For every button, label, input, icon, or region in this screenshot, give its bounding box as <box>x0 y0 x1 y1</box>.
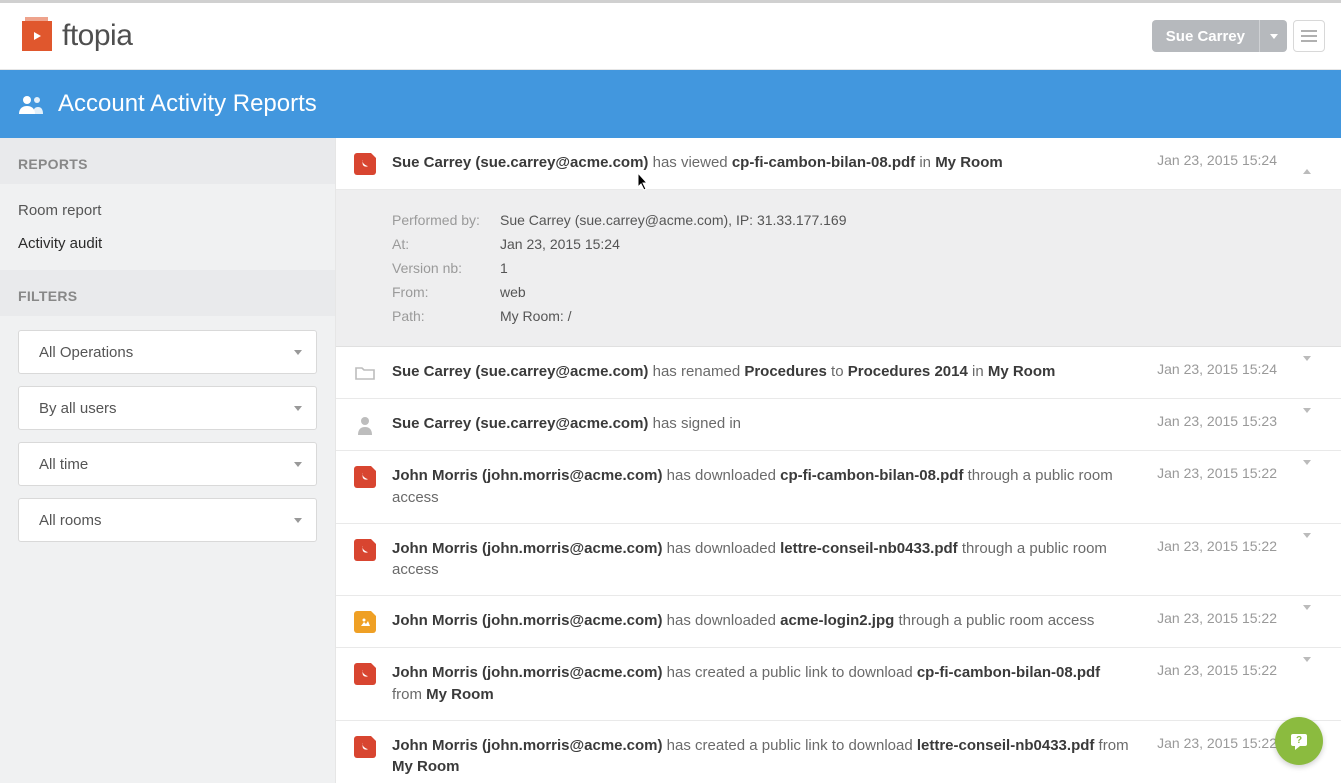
detail-value: 1 <box>500 260 508 276</box>
chevron-down-icon <box>294 406 302 411</box>
brand-logo[interactable]: ftopia <box>22 19 132 53</box>
activity-description: John Morris (john.morris@acme.com) has d… <box>392 465 1141 509</box>
activity-row[interactable]: John Morris (john.morris@acme.com) has d… <box>336 596 1341 648</box>
activity-row[interactable]: John Morris (john.morris@acme.com) has d… <box>336 524 1341 597</box>
activity-description: Sue Carrey (sue.carrey@acme.com) has vie… <box>392 152 1141 174</box>
expand-icon[interactable] <box>1303 460 1311 482</box>
detail-value: My Room: / <box>500 308 572 324</box>
detail-value: web <box>500 284 526 300</box>
filter-time[interactable]: All time <box>18 442 317 486</box>
pdf-file-icon <box>354 663 376 685</box>
activity-timestamp: Jan 23, 2015 15:24 <box>1157 152 1277 168</box>
page-title: Account Activity Reports <box>58 90 317 118</box>
sidebar-link-activity-audit[interactable]: Activity audit <box>0 227 335 260</box>
pdf-file-icon <box>354 153 376 175</box>
activity-row[interactable]: John Morris (john.morris@acme.com) has c… <box>336 721 1341 783</box>
user-icon <box>354 414 376 436</box>
activity-description: John Morris (john.morris@acme.com) has c… <box>392 735 1141 779</box>
filters-section-label: FILTERS <box>0 270 335 316</box>
detail-label: From: <box>392 284 480 300</box>
pdf-file-icon <box>354 539 376 561</box>
activity-timestamp: Jan 23, 2015 15:24 <box>1157 361 1277 377</box>
page-header: Account Activity Reports <box>0 70 1341 138</box>
activity-row[interactable]: John Morris (john.morris@acme.com) has d… <box>336 451 1341 524</box>
user-menu[interactable]: Sue Carrey <box>1152 20 1287 52</box>
activity-timestamp: Jan 23, 2015 15:22 <box>1157 735 1277 751</box>
expand-icon[interactable] <box>1303 657 1311 679</box>
top-right-controls: Sue Carrey <box>1152 20 1325 52</box>
brand-mark-icon <box>22 21 52 51</box>
detail-label: At: <box>392 236 480 252</box>
detail-label: Version nb: <box>392 260 480 276</box>
activity-timestamp: Jan 23, 2015 15:22 <box>1157 465 1277 481</box>
activity-row[interactable]: Sue Carrey (sue.carrey@acme.com) has sig… <box>336 399 1341 451</box>
detail-value: Sue Carrey (sue.carrey@acme.com), IP: 31… <box>500 212 846 228</box>
chevron-down-icon <box>294 462 302 467</box>
activity-description: Sue Carrey (sue.carrey@acme.com) has ren… <box>392 361 1141 383</box>
detail-label: Performed by: <box>392 212 480 228</box>
activity-list[interactable]: Sue Carrey (sue.carrey@acme.com) has vie… <box>336 138 1341 783</box>
detail-value: Jan 23, 2015 15:24 <box>500 236 620 252</box>
main-menu-button[interactable] <box>1293 20 1325 52</box>
activity-description: John Morris (john.morris@acme.com) has d… <box>392 538 1141 582</box>
people-icon <box>18 94 44 114</box>
expand-icon[interactable] <box>1303 408 1311 430</box>
chevron-down-icon <box>294 518 302 523</box>
collapse-icon[interactable] <box>1303 152 1311 174</box>
activity-row[interactable]: Sue Carrey (sue.carrey@acme.com) has ren… <box>336 347 1341 399</box>
activity-row[interactable]: Sue Carrey (sue.carrey@acme.com) has vie… <box>336 138 1341 190</box>
activity-details: Performed by: Sue Carrey (sue.carrey@acme… <box>336 190 1341 347</box>
chevron-down-icon <box>1259 20 1287 52</box>
sidebar: REPORTS Room report Activity audit FILTE… <box>0 138 336 783</box>
help-button[interactable]: ? <box>1275 717 1323 765</box>
reports-section-label: REPORTS <box>0 138 335 184</box>
folder-icon <box>354 362 376 384</box>
user-menu-name: Sue Carrey <box>1152 20 1259 52</box>
activity-description: Sue Carrey (sue.carrey@acme.com) has sig… <box>392 413 1141 435</box>
activity-timestamp: Jan 23, 2015 15:23 <box>1157 413 1277 429</box>
activity-row[interactable]: John Morris (john.morris@acme.com) has c… <box>336 648 1341 721</box>
detail-label: Path: <box>392 308 480 324</box>
expand-icon[interactable] <box>1303 356 1311 378</box>
pdf-file-icon <box>354 466 376 488</box>
brand-name: ftopia <box>62 19 132 53</box>
expand-icon[interactable] <box>1303 605 1311 627</box>
chat-help-icon: ? <box>1288 730 1310 752</box>
image-file-icon <box>354 611 376 633</box>
activity-timestamp: Jan 23, 2015 15:22 <box>1157 610 1277 626</box>
svg-text:?: ? <box>1296 735 1302 746</box>
activity-description: John Morris (john.morris@acme.com) has d… <box>392 610 1141 632</box>
chevron-down-icon <box>294 350 302 355</box>
activity-timestamp: Jan 23, 2015 15:22 <box>1157 662 1277 678</box>
filter-users[interactable]: By all users <box>18 386 317 430</box>
activity-timestamp: Jan 23, 2015 15:22 <box>1157 538 1277 554</box>
filter-rooms[interactable]: All rooms <box>18 498 317 542</box>
top-bar: ftopia Sue Carrey <box>0 0 1341 70</box>
sidebar-link-room-report[interactable]: Room report <box>0 194 335 227</box>
hamburger-icon <box>1301 29 1317 43</box>
expand-icon[interactable] <box>1303 533 1311 555</box>
pdf-file-icon <box>354 736 376 758</box>
activity-description: John Morris (john.morris@acme.com) has c… <box>392 662 1141 706</box>
filter-operations[interactable]: All Operations <box>18 330 317 374</box>
